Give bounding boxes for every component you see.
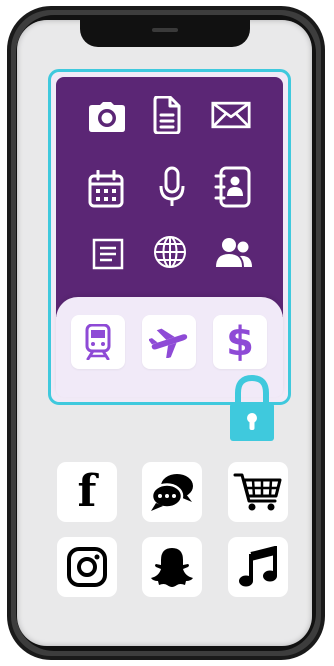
mail-icon[interactable] [211,95,251,135]
dollar-glyph: $ [226,319,254,365]
speaker-grille [152,28,178,32]
camera-icon[interactable] [87,97,127,137]
notes-icon[interactable] [88,234,128,274]
music-note-icon [239,546,277,587]
shopping-app[interactable] [228,462,288,522]
calendar-icon[interactable] [86,169,126,209]
people-icon[interactable] [214,232,254,272]
shopping-cart-icon [233,473,282,511]
chat-bubbles-icon [150,474,193,511]
airplane-icon[interactable] [142,315,196,369]
lock-icon [230,375,274,441]
globe-icon[interactable] [150,232,190,272]
notch [80,20,250,47]
snapchat-ghost-icon [151,548,193,587]
music-app[interactable] [228,537,288,597]
document-icon[interactable] [147,95,187,135]
secure-vault[interactable]: $ [48,69,291,405]
facebook-app[interactable]: f [57,462,117,522]
phone-screen: $ f [17,20,312,646]
vault-panel [56,77,283,317]
chat-app[interactable] [142,462,202,522]
contacts-book-icon[interactable] [213,166,253,208]
snapchat-app[interactable] [142,537,202,597]
instagram-app[interactable] [57,537,117,597]
dollar-icon[interactable]: $ [213,315,267,369]
train-icon[interactable] [71,315,125,369]
phone-scene: $ f [0,0,334,666]
microphone-icon[interactable] [152,166,192,207]
instagram-icon [67,547,107,587]
facebook-icon: f [77,466,97,517]
